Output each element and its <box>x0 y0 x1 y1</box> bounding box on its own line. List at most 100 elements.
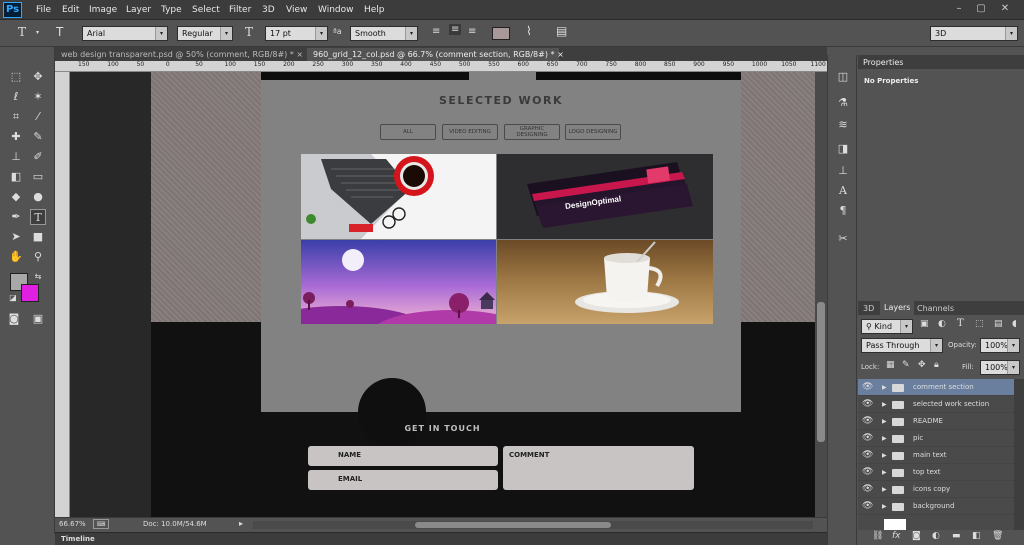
portfolio-photo-laptop[interactable] <box>301 154 496 239</box>
mask-icon[interactable]: ◙ <box>912 531 921 541</box>
move-tool-icon[interactable]: ✥ <box>30 69 46 85</box>
lock-all-icon[interactable]: 🔒︎ <box>934 360 939 370</box>
paragraph-panel-icon[interactable]: ¶ <box>835 203 851 219</box>
stamp-panel-icon[interactable]: ⊥ <box>835 163 851 179</box>
close-tab-icon[interactable]: × <box>296 50 303 59</box>
align-center-icon[interactable]: ≡ <box>449 24 462 35</box>
visibility-eye-icon[interactable]: 👁︎ <box>862 481 874 498</box>
blend-mode-select[interactable]: Pass Through ▾ <box>861 338 943 353</box>
tab-channels[interactable]: Channels <box>917 304 954 313</box>
layers-scrollbar[interactable] <box>1014 379 1024 537</box>
portfolio-photo-tickets[interactable]: DesignOptimal <box>497 154 713 239</box>
font-size-select[interactable]: 17 pt ▾ <box>265 26 328 41</box>
align-right-icon[interactable]: ≡ <box>468 26 476 37</box>
close-window-button[interactable]: ✕ <box>996 2 1014 16</box>
fill-input[interactable]: 100% ▾ <box>980 360 1020 375</box>
smart-object-filter-icon[interactable]: ▤ <box>994 319 1003 329</box>
brush-panel-icon[interactable]: ≋ <box>835 117 851 133</box>
layer-item[interactable]: 👁︎ ▶ background <box>858 498 1014 515</box>
minimize-button[interactable]: – <box>950 2 968 16</box>
properties-tab[interactable]: Properties <box>863 58 903 67</box>
opacity-input[interactable]: 100% ▾ <box>980 338 1020 353</box>
trash-icon[interactable]: 🗑︎ <box>992 531 1003 541</box>
default-colors-icon[interactable]: ◪ <box>5 290 21 306</box>
menu-image[interactable]: Image <box>89 5 117 15</box>
visibility-eye-icon[interactable]: 👁︎ <box>862 498 874 515</box>
menu-type[interactable]: Type <box>161 5 182 15</box>
antialias-select[interactable]: Smooth ▾ <box>350 26 418 41</box>
history-panel-icon[interactable]: ◫ <box>835 69 851 85</box>
character-panel-icon[interactable]: A <box>835 183 851 199</box>
shape-filter-icon[interactable]: ⬚ <box>975 319 984 329</box>
group-icon[interactable]: ▬ <box>952 531 961 541</box>
layer-item[interactable]: 👁︎ ▶ top text <box>858 464 1014 481</box>
new-layer-icon[interactable]: ◧ <box>972 531 981 541</box>
zoom-level[interactable]: 66.67% <box>59 520 86 528</box>
layer-item[interactable]: 👁︎ ▶ main text <box>858 447 1014 464</box>
pen-tool-icon[interactable]: ✒ <box>8 209 24 225</box>
portfolio-photo-cup[interactable] <box>497 240 713 324</box>
canvas-horizontal-scrollbar[interactable] <box>253 521 813 529</box>
healing-brush-icon[interactable]: ✚ <box>8 129 24 145</box>
orientation-icon[interactable]: ꓔ <box>56 25 63 39</box>
chevron-down-icon[interactable]: ▾ <box>36 29 39 36</box>
brush-tool-icon[interactable]: ✎ <box>30 129 46 145</box>
layer-item[interactable]: 👁︎ ▶ selected work section <box>858 396 1014 413</box>
gradient-tool-icon[interactable]: ▭ <box>30 169 46 185</box>
screen-mode-icon[interactable]: ▣ <box>30 311 46 327</box>
eyedropper-icon[interactable]: ⁄ <box>30 109 46 125</box>
warp-text-icon[interactable]: ⌇ <box>526 24 532 38</box>
menu-select[interactable]: Select <box>192 5 220 15</box>
expand-triangle-icon[interactable]: ▶ <box>882 396 887 413</box>
close-tab-icon[interactable]: × <box>557 50 564 59</box>
status-menu-arrow-icon[interactable]: ▸ <box>239 519 243 528</box>
menu-filter[interactable]: Filter <box>229 5 251 15</box>
lock-position-icon[interactable]: ✥ <box>918 360 926 370</box>
visibility-eye-icon[interactable]: 👁︎ <box>862 464 874 481</box>
name-field[interactable]: NAME <box>308 446 498 466</box>
canvas-area[interactable]: SELECTED WORK ALL VIDEO EDITING GRAPHIC … <box>70 72 815 517</box>
filter-all-button[interactable]: ALL <box>380 124 436 140</box>
blur-tool-icon[interactable]: ◆ <box>8 189 24 205</box>
tools-panel-icon[interactable]: ✂ <box>835 231 851 247</box>
marquee-tool-icon[interactable]: ⬚ <box>8 69 24 85</box>
expand-triangle-icon[interactable]: ▶ <box>882 464 887 481</box>
character-panel-icon[interactable]: ▤ <box>556 24 567 38</box>
visibility-eye-icon[interactable]: 👁︎ <box>862 379 874 396</box>
menu-window[interactable]: Window <box>318 5 354 15</box>
timeline-tab[interactable]: Timeline <box>61 535 95 543</box>
tab-web-design[interactable]: web design transparent.psd @ 50% (commen… <box>55 48 307 61</box>
scroll-thumb[interactable] <box>817 302 825 442</box>
expand-triangle-icon[interactable]: ▶ <box>882 413 887 430</box>
menu-edit[interactable]: Edit <box>62 5 79 15</box>
tab-layers[interactable]: Layers <box>880 301 915 315</box>
tab-3d[interactable]: 3D <box>863 304 874 313</box>
canvas-vertical-scrollbar[interactable] <box>815 72 827 517</box>
fx-icon[interactable]: fx <box>892 531 901 541</box>
layer-item[interactable]: 👁︎ ▶ comment section <box>858 379 1014 396</box>
filter-video-editing-button[interactable]: VIDEO EDITING <box>442 124 498 140</box>
expand-triangle-icon[interactable]: ▶ <box>882 379 887 396</box>
tab-960-grid[interactable]: 960_grid_12_col.psd @ 66.7% (comment sec… <box>307 48 564 61</box>
visibility-eye-icon[interactable]: 👁︎ <box>862 413 874 430</box>
type-filter-icon[interactable]: T <box>957 318 964 329</box>
lasso-tool-icon[interactable]: ℓ <box>8 89 24 105</box>
background-color-swatch[interactable] <box>21 284 39 302</box>
expand-triangle-icon[interactable]: ▶ <box>882 481 887 498</box>
menu-file[interactable]: File <box>36 5 51 15</box>
expand-triangle-icon[interactable]: ▶ <box>882 498 887 515</box>
email-field[interactable]: EMAIL <box>308 470 498 490</box>
link-icon[interactable]: ⛓ <box>872 531 883 541</box>
crop-tool-icon[interactable]: ⌗ <box>8 109 24 125</box>
font-family-select[interactable]: Arial ▾ <box>82 26 168 41</box>
menu-layer[interactable]: Layer <box>126 5 151 15</box>
rectangle-tool-icon[interactable]: ■ <box>30 229 46 245</box>
portfolio-photo-landscape[interactable] <box>301 240 496 324</box>
menu-view[interactable]: View <box>286 5 307 15</box>
quick-mask-icon[interactable]: ◙ <box>6 311 22 327</box>
zoom-tool-icon[interactable]: ⚲ <box>30 249 46 265</box>
visibility-eye-icon[interactable]: 👁︎ <box>862 396 874 413</box>
share-icon[interactable]: ⌨ <box>93 519 109 529</box>
eraser-icon[interactable]: ◧ <box>8 169 24 185</box>
magic-wand-icon[interactable]: ✶ <box>30 89 46 105</box>
